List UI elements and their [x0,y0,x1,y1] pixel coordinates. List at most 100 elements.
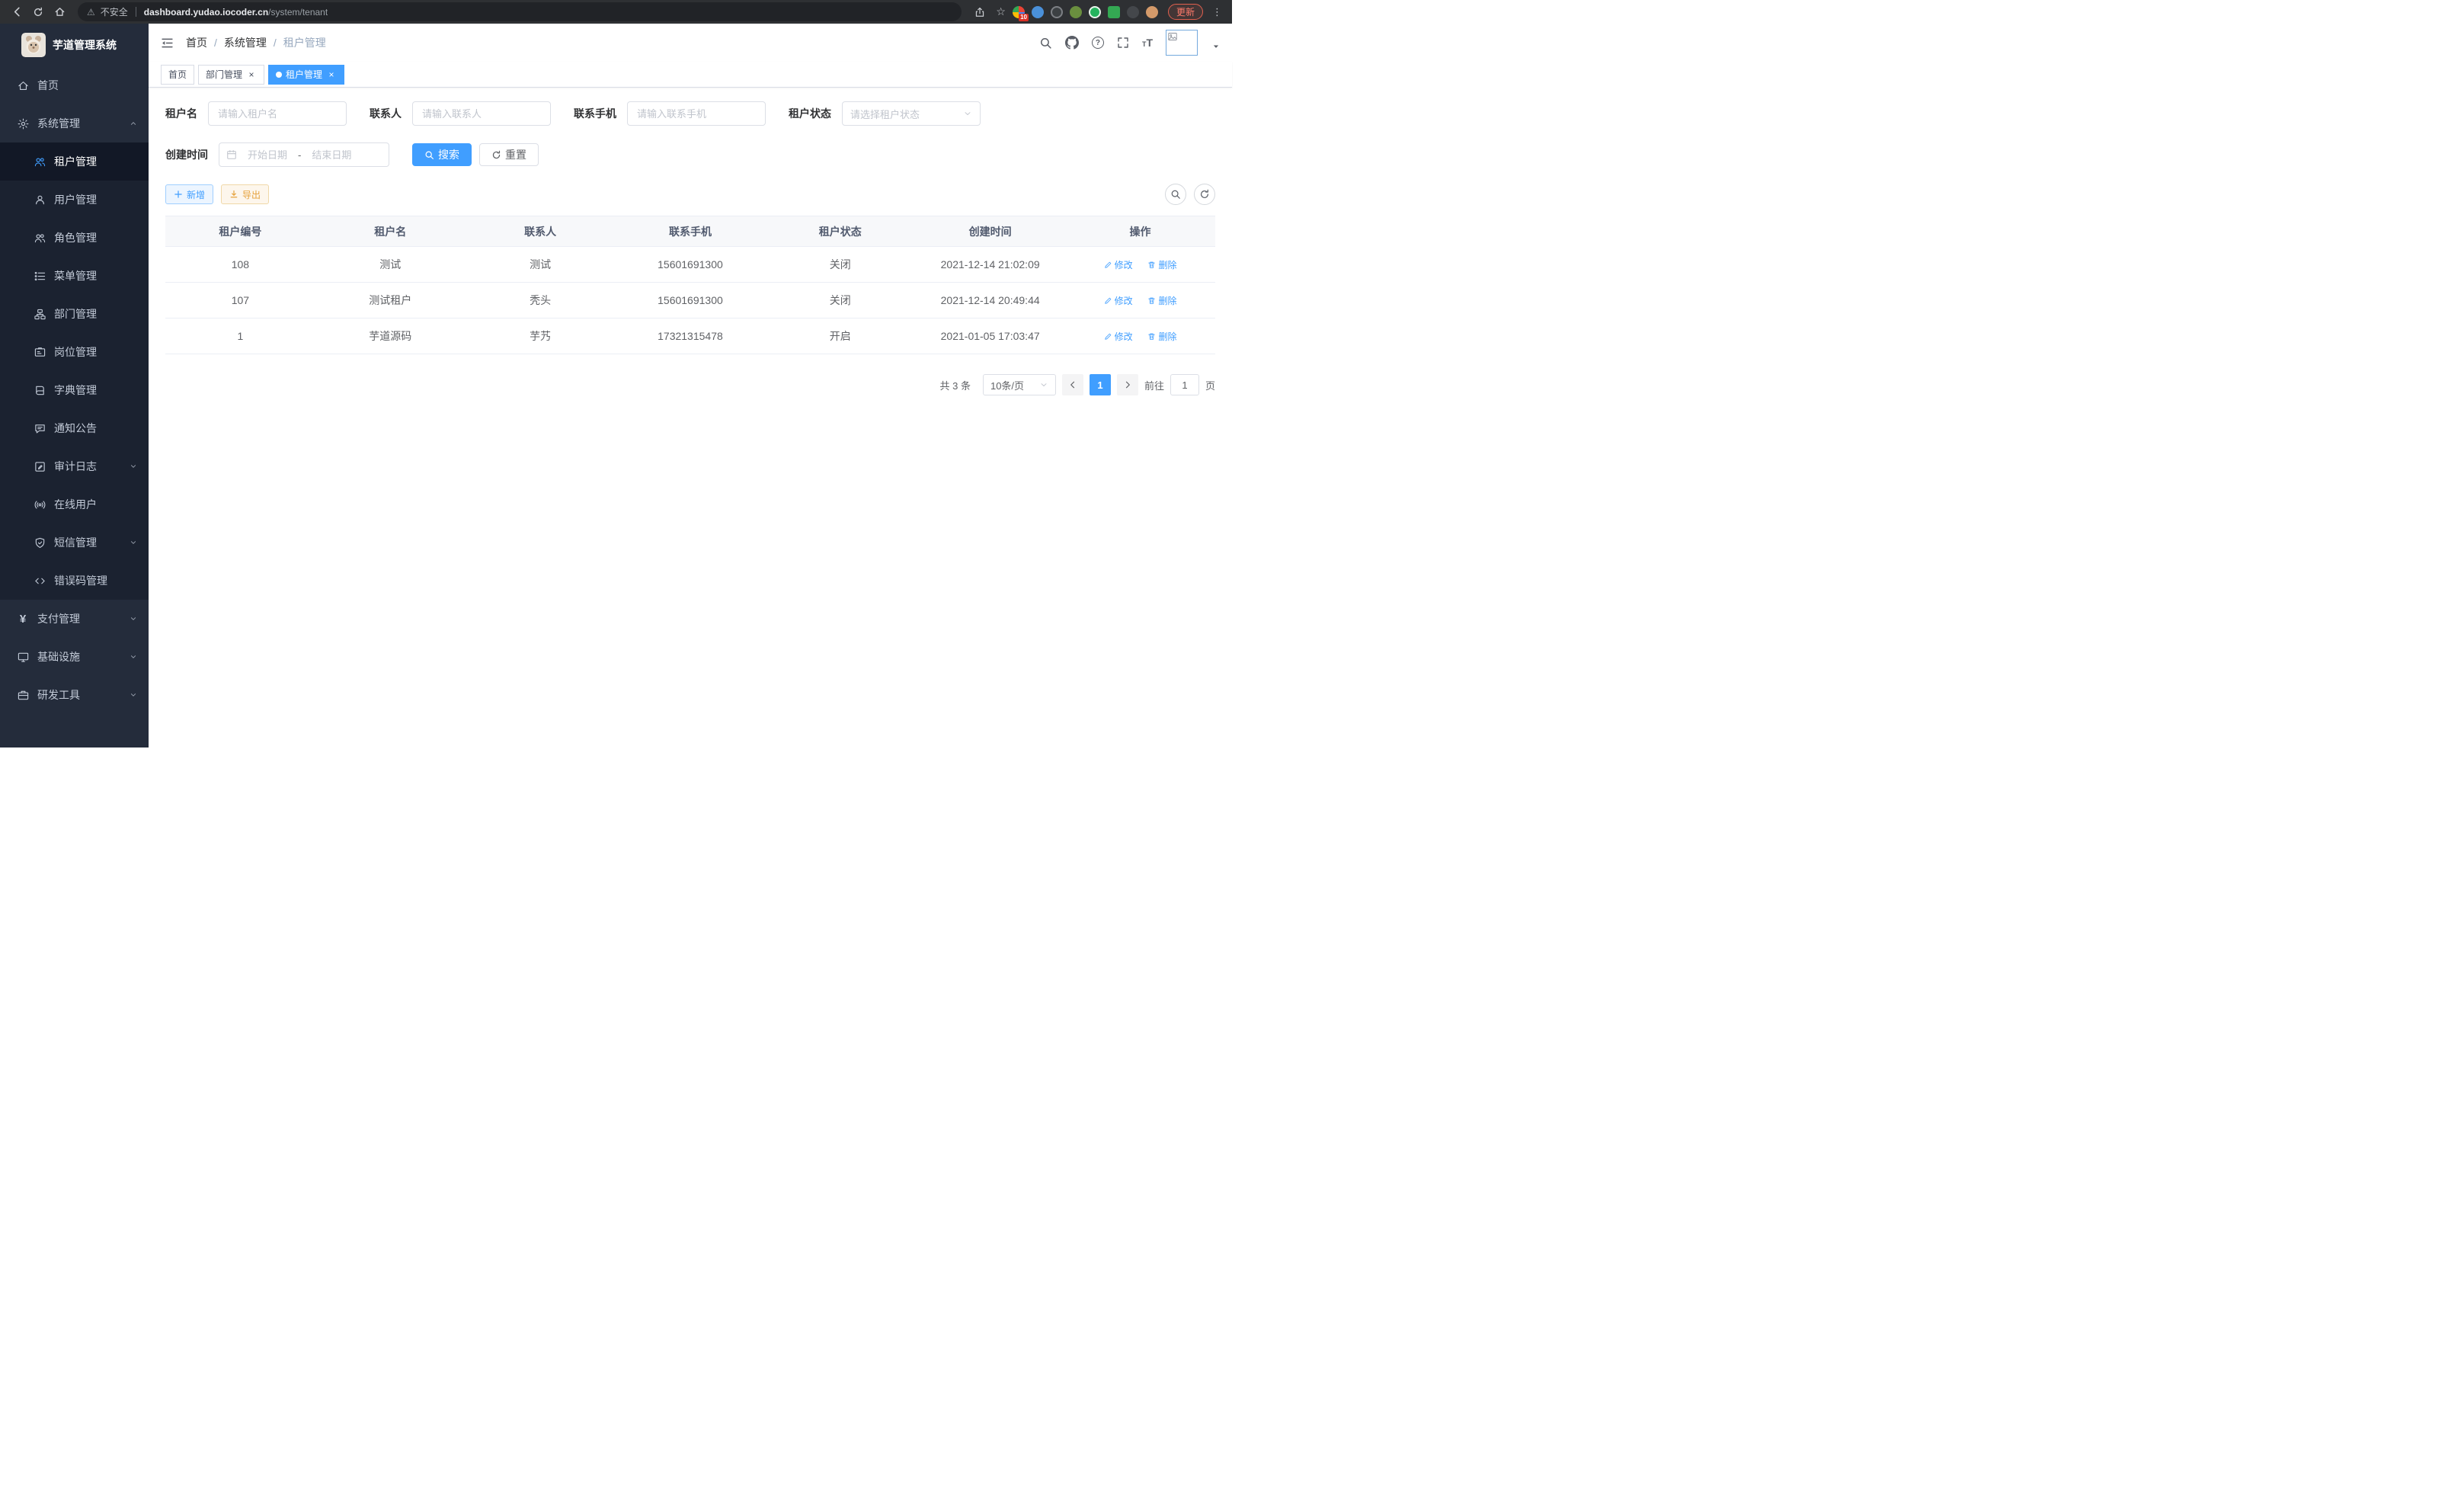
url-path: /system/tenant [268,7,328,18]
create-time-range-picker[interactable]: - [219,142,389,167]
edit-link[interactable]: 修改 [1104,330,1133,343]
sidebar-item-label: 菜单管理 [54,268,97,283]
update-button[interactable]: 更新 [1168,4,1203,20]
sidebar-item-sms[interactable]: 短信管理 [0,523,149,562]
sidebar-item-role[interactable]: 角色管理 [0,219,149,257]
browser-home-icon[interactable] [50,3,69,21]
github-icon[interactable] [1065,36,1079,50]
tenant-name-input[interactable] [208,101,347,126]
delete-link[interactable]: 删除 [1147,294,1176,307]
help-icon[interactable]: ? [1092,37,1104,49]
user-icon [34,194,46,206]
sidebar-item-label: 在线用户 [54,497,97,512]
tab-label: 租户管理 [286,68,322,81]
cell-phone: 15601691300 [616,247,766,283]
refresh-table-button[interactable] [1194,184,1215,205]
breadcrumb-home[interactable]: 首页 [186,35,207,50]
reset-button[interactable]: 重置 [479,143,539,166]
share-icon[interactable] [971,3,989,21]
delete-link[interactable]: 删除 [1147,258,1176,271]
reload-icon[interactable] [29,3,47,21]
sidebar-item-errcode[interactable]: 错误码管理 [0,562,149,600]
sidebar-item-audit[interactable]: 审计日志 [0,447,149,485]
cell-ops: 修改 删除 [1065,319,1215,354]
delete-link[interactable]: 删除 [1147,330,1176,343]
sidebar-item-online[interactable]: 在线用户 [0,485,149,523]
fold-sidebar-icon[interactable] [161,37,174,50]
close-icon[interactable]: × [326,69,337,80]
start-date-input[interactable] [240,149,295,161]
next-page-button[interactable] [1117,374,1138,395]
sidebar-item-home[interactable]: 首页 [0,66,149,104]
export-button[interactable]: 导出 [221,184,269,204]
logo[interactable]: 芋道管理系统 [0,24,149,66]
sidebar-item-dict[interactable]: 字典管理 [0,371,149,409]
tab-tenant[interactable]: 租户管理 × [268,65,344,85]
warning-icon: ⚠ [87,7,95,18]
sidebar-item-dept[interactable]: 部门管理 [0,295,149,333]
browser-menu-icon[interactable]: ⋮ [1210,6,1224,18]
goto-page-input[interactable] [1170,374,1199,395]
tab-dept[interactable]: 部门管理 × [198,65,264,85]
sidebar: 芋道管理系统 首页 系统管理 [0,24,149,748]
back-icon[interactable] [8,3,26,21]
cell-status: 开启 [765,319,915,354]
sidebar-item-label: 通知公告 [54,421,97,436]
sidebar-item-menu[interactable]: 菜单管理 [0,257,149,295]
filter-phone: 联系手机 [574,101,766,126]
bookmark-star-icon[interactable]: ☆ [996,5,1006,18]
search-form: 租户名 联系人 联系手机 租户状态 请选择租户状态 [165,101,1215,167]
contact-input[interactable] [412,101,551,126]
book-icon [34,384,46,396]
chat-bubble-icon [34,422,46,434]
page-size-select[interactable]: 10条/页 [983,374,1056,395]
sidebar-item-post[interactable]: 岗位管理 [0,333,149,371]
sidebar-item-label: 审计日志 [54,459,97,474]
font-size-icon[interactable]: TT [1142,37,1153,48]
sidebar-group-system[interactable]: 系统管理 [0,104,149,142]
tenant-status-select[interactable]: 请选择租户状态 [842,101,981,126]
url-text: dashboard.yudao.iocoder.cn/system/tenant [144,7,328,18]
filter-status: 租户状态 请选择租户状态 [789,101,981,126]
tab-home[interactable]: 首页 [161,65,194,85]
sidebar-group-dev[interactable]: 研发工具 [0,676,149,714]
address-bar[interactable]: ⚠ 不安全 dashboard.yudao.iocoder.cn/system/… [78,2,962,21]
chevron-down-icon [1039,380,1048,389]
extension-icon-olive[interactable] [1070,6,1082,18]
cell-id: 107 [165,283,315,319]
edit-link[interactable]: 修改 [1104,258,1133,271]
sidebar-menu: 首页 系统管理 租户管理 [0,66,149,748]
extension-icon-green-square[interactable] [1108,6,1120,18]
breadcrumb-system[interactable]: 系统管理 [224,35,267,50]
prev-page-button[interactable] [1062,374,1083,395]
sidebar-item-user[interactable]: 用户管理 [0,181,149,219]
sidebar-group-infra[interactable]: 基础设施 [0,638,149,676]
header-search-icon[interactable] [1039,37,1052,50]
avatar-caret-icon[interactable] [1212,40,1220,54]
extension-icon-puzzle[interactable] [1127,6,1139,18]
cell-name: 测试 [315,247,466,283]
phone-input[interactable] [627,101,766,126]
end-date-input[interactable] [304,149,359,161]
edit-link[interactable]: 修改 [1104,294,1133,307]
user-avatar[interactable] [1166,30,1198,56]
browser-chrome: ⚠ 不安全 dashboard.yudao.iocoder.cn/system/… [0,0,1232,24]
security-label[interactable]: 不安全 [101,5,128,18]
sidebar-item-notice[interactable]: 通知公告 [0,409,149,447]
table-row: 1 芋道源码 芋艿 17321315478 开启 2021-01-05 17:0… [165,319,1215,354]
extension-icon-colorful[interactable]: 10 [1013,6,1025,18]
extension-icon-dark[interactable] [1051,6,1063,18]
page-content: 租户名 联系人 联系手机 租户状态 请选择租户状态 [149,88,1232,748]
close-icon[interactable]: × [246,69,257,80]
sidebar-item-tenant[interactable]: 租户管理 [0,142,149,181]
fullscreen-icon[interactable] [1117,37,1129,49]
add-button[interactable]: 新增 [165,184,213,204]
extension-icon-green-circle[interactable] [1089,6,1101,18]
extension-icon-blue[interactable] [1032,6,1044,18]
yen-icon: ¥ [17,613,29,625]
toggle-search-button[interactable] [1165,184,1186,205]
extension-icon-avatar[interactable] [1146,6,1158,18]
sidebar-group-pay[interactable]: ¥ 支付管理 [0,600,149,638]
search-button[interactable]: 搜索 [412,143,472,166]
page-number-1[interactable]: 1 [1090,374,1111,395]
